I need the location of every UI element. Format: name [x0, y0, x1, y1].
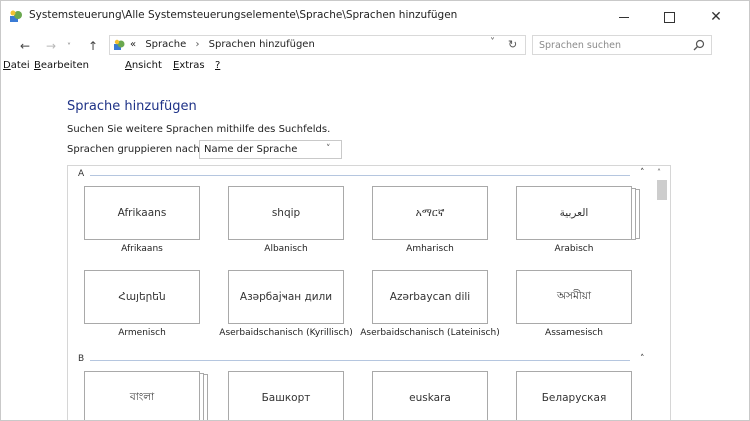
scroll-up-icon[interactable]: ˄ [657, 168, 661, 177]
tile-native-name: Հայերեն [118, 291, 166, 303]
menu-help-accesskey: ? [215, 60, 221, 71]
menu-bearbeiten[interactable]: Bearbeiten [34, 60, 89, 71]
breadcrumb-sprache[interactable]: Sprache [145, 39, 186, 50]
maximize-icon [663, 11, 675, 23]
language-tile-basque[interactable]: euskara [372, 371, 488, 420]
control-panel-icon [114, 39, 125, 50]
window-title: Systemsteuerung\Alle Systemsteuerungsele… [29, 9, 458, 21]
language-label-amharic: Amharisch [406, 244, 454, 254]
tile-native-name: አማርኛ [415, 206, 445, 219]
language-tile-bashkir[interactable]: Башкорт [228, 371, 344, 420]
back-arrow-icon: ← [19, 39, 31, 53]
language-label-armenian: Armenisch [118, 328, 166, 338]
language-label-afrikaans: Afrikaans [121, 244, 163, 254]
menu-datei-label: atei [10, 60, 30, 71]
scrollbar-thumb[interactable] [657, 180, 667, 200]
maximize-button[interactable] [646, 1, 692, 33]
section-divider-a [90, 175, 630, 176]
search-hint: Suchen Sie weitere Sprachen mithilfe des… [67, 124, 331, 135]
language-tile-arabic[interactable]: العربية [516, 186, 640, 240]
page-title: Sprache hinzufügen [67, 99, 197, 114]
search-icon[interactable] [693, 39, 705, 51]
menu-bearbeiten-accesskey: B [34, 60, 41, 71]
language-label-azerbaijani-latin: Aserbaidschanisch (Lateinisch) [360, 328, 500, 338]
back-button[interactable]: ← [15, 37, 35, 55]
breadcrumb: « Sprache › Sprachen hinzufügen [130, 39, 321, 50]
address-dropdown-icon[interactable]: ˅ [490, 37, 495, 48]
tile-native-name: অসমীয়া [556, 289, 592, 302]
minimize-button[interactable] [601, 1, 647, 33]
forward-arrow-icon: → [45, 39, 57, 53]
section-header-b: B [78, 354, 85, 364]
language-tile-bangla[interactable]: বাংলা [84, 371, 208, 420]
language-tile-azerbaijani-cyrillic[interactable]: Азәрбајҹан дили [228, 270, 344, 324]
tile-native-name: Беларуская [541, 392, 607, 404]
menu-datei[interactable]: Datei [3, 60, 30, 71]
up-arrow-icon: ↑ [87, 39, 99, 53]
search-box[interactable]: Sprachen suchen [532, 35, 712, 55]
tile-native-name: Afrikaans [117, 207, 167, 219]
menu-ansicht-accesskey: A [125, 60, 132, 71]
tile-native-name: euskara [409, 392, 451, 404]
tile-native-name: Башкорт [261, 392, 311, 404]
minimize-icon [619, 16, 629, 18]
menu-ansicht-label: nsicht [131, 60, 162, 71]
menu-extras[interactable]: Extras [173, 60, 205, 71]
refresh-icon[interactable]: ↻ [508, 38, 517, 51]
language-tile-afrikaans[interactable]: Afrikaans [84, 186, 200, 240]
group-by-label: Sprachen gruppieren nach: [67, 144, 204, 155]
search-input[interactable]: Sprachen suchen [539, 40, 621, 51]
menu-datei-accesskey: D [3, 60, 11, 71]
language-label-arabic: Arabisch [554, 244, 594, 254]
close-button[interactable]: ✕ [691, 1, 741, 33]
chevron-down-icon: ˅ [67, 41, 71, 51]
menu-bearbeiten-label: earbeiten [40, 60, 89, 71]
address-row: ← → ˅ ↑ « Sprache › Sprachen hinzufügen … [1, 33, 749, 59]
language-tile-azerbaijani-latin[interactable]: Azərbaycan dili [372, 270, 488, 324]
language-label-azerbaijani-cyrillic: Aserbaidschanisch (Kyrillisch) [219, 328, 353, 338]
vertical-scrollbar[interactable]: ˄ [653, 166, 670, 420]
language-tile-belarusian[interactable]: Беларуская [516, 371, 632, 420]
menu-help[interactable]: ? [215, 60, 220, 71]
control-panel-icon [10, 10, 22, 22]
tile-native-name: Азәрбајҹан дили [239, 291, 333, 303]
title-bar: Systemsteuerung\Alle Systemsteuerungsele… [1, 1, 749, 33]
section-divider-b [90, 360, 630, 361]
language-label-albanian: Albanisch [264, 244, 308, 254]
language-tile-assamese[interactable]: অসমীয়া [516, 270, 632, 324]
tile-native-name: العربية [559, 207, 589, 219]
menu-ansicht[interactable]: Ansicht [125, 60, 162, 71]
language-tile-amharic[interactable]: አማርኛ [372, 186, 488, 240]
language-tile-albanian[interactable]: shqip [228, 186, 344, 240]
menu-extras-label: xtras [179, 60, 205, 71]
address-bar[interactable]: « Sprache › Sprachen hinzufügen ˅ ↻ [109, 35, 526, 55]
forward-button[interactable]: → [41, 37, 61, 55]
chevron-down-icon: ˅ [326, 144, 331, 154]
breadcrumb-overflow[interactable]: « [130, 39, 136, 50]
tile-native-name: shqip [271, 207, 301, 219]
recent-locations-button[interactable]: ˅ [59, 37, 79, 55]
collapse-section-b-icon[interactable]: ˄ [640, 354, 645, 364]
language-label-assamese: Assamesisch [545, 328, 603, 338]
language-list: A ˄ Afrikaans Afrikaans shqip Albanisch … [67, 165, 671, 420]
tile-native-name: বাংলা [129, 390, 155, 403]
collapse-section-a-icon[interactable]: ˄ [640, 168, 645, 178]
breadcrumb-sprachen-hinzufuegen[interactable]: Sprachen hinzufügen [209, 39, 315, 50]
menu-bar: Datei Bearbeiten Ansicht Extras ? [1, 59, 749, 75]
explorer-window: Systemsteuerung\Alle Systemsteuerungsele… [0, 0, 750, 421]
breadcrumb-separator-icon[interactable]: › [195, 39, 199, 50]
up-button[interactable]: ↑ [83, 37, 103, 55]
group-by-value: Name der Sprache [204, 144, 298, 155]
close-icon: ✕ [710, 9, 722, 25]
section-header-a: A [78, 169, 85, 179]
tile-native-name: Azərbaycan dili [389, 291, 471, 303]
group-by-select[interactable]: Name der Sprache ˅ [199, 140, 342, 159]
language-tile-armenian[interactable]: Հայերեն [84, 270, 200, 324]
